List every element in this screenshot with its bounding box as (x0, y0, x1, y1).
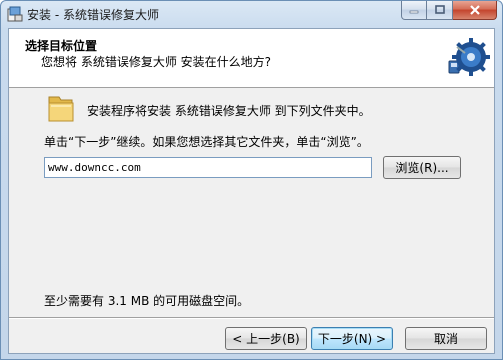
installer-window: 安装 - 系统错误修复大师 选择目标位置 您想将 系统错误修复大师 安装在什么地… (0, 0, 503, 360)
wizard-client-area: 选择目标位置 您想将 系统错误修复大师 安装在什么地方? 安装程序将安装 系统错… (8, 28, 495, 354)
browse-button[interactable]: 浏览(R)... (383, 156, 461, 179)
close-button[interactable] (453, 1, 497, 20)
page-title: 选择目标位置 (25, 39, 98, 53)
cancel-button[interactable]: 取消 (405, 327, 487, 350)
folder-icon (48, 96, 74, 122)
setup-app-icon (7, 6, 23, 22)
disk-install-icon (448, 38, 490, 76)
wizard-header: 选择目标位置 您想将 系统错误修复大师 安装在什么地方? (9, 29, 494, 88)
maximize-icon (434, 5, 445, 14)
title-bar[interactable]: 安装 - 系统错误修复大师 (1, 1, 502, 27)
space-required-text: 至少需要有 3.1 MB 的可用磁盘空间。 (44, 294, 250, 308)
install-info-text: 安装程序将安装 系统错误修复大师 到下列文件夹中。 (87, 104, 371, 118)
instruction-text: 单击“下一步”继续。如果您想选择其它文件夹，单击“浏览”。 (44, 135, 369, 149)
close-icon (469, 5, 480, 15)
minimize-button[interactable] (401, 1, 427, 20)
page-subtitle: 您想将 系统错误修复大师 安装在什么地方? (41, 55, 271, 69)
caption-buttons (401, 1, 497, 20)
footer-divider (9, 317, 494, 319)
minimize-icon (409, 10, 419, 14)
install-path-input[interactable] (44, 157, 372, 178)
maximize-button[interactable] (427, 1, 453, 20)
back-button[interactable]: < 上一步(B) (225, 327, 307, 350)
window-title: 安装 - 系统错误修复大师 (27, 8, 159, 22)
next-button[interactable]: 下一步(N) > (311, 327, 393, 350)
